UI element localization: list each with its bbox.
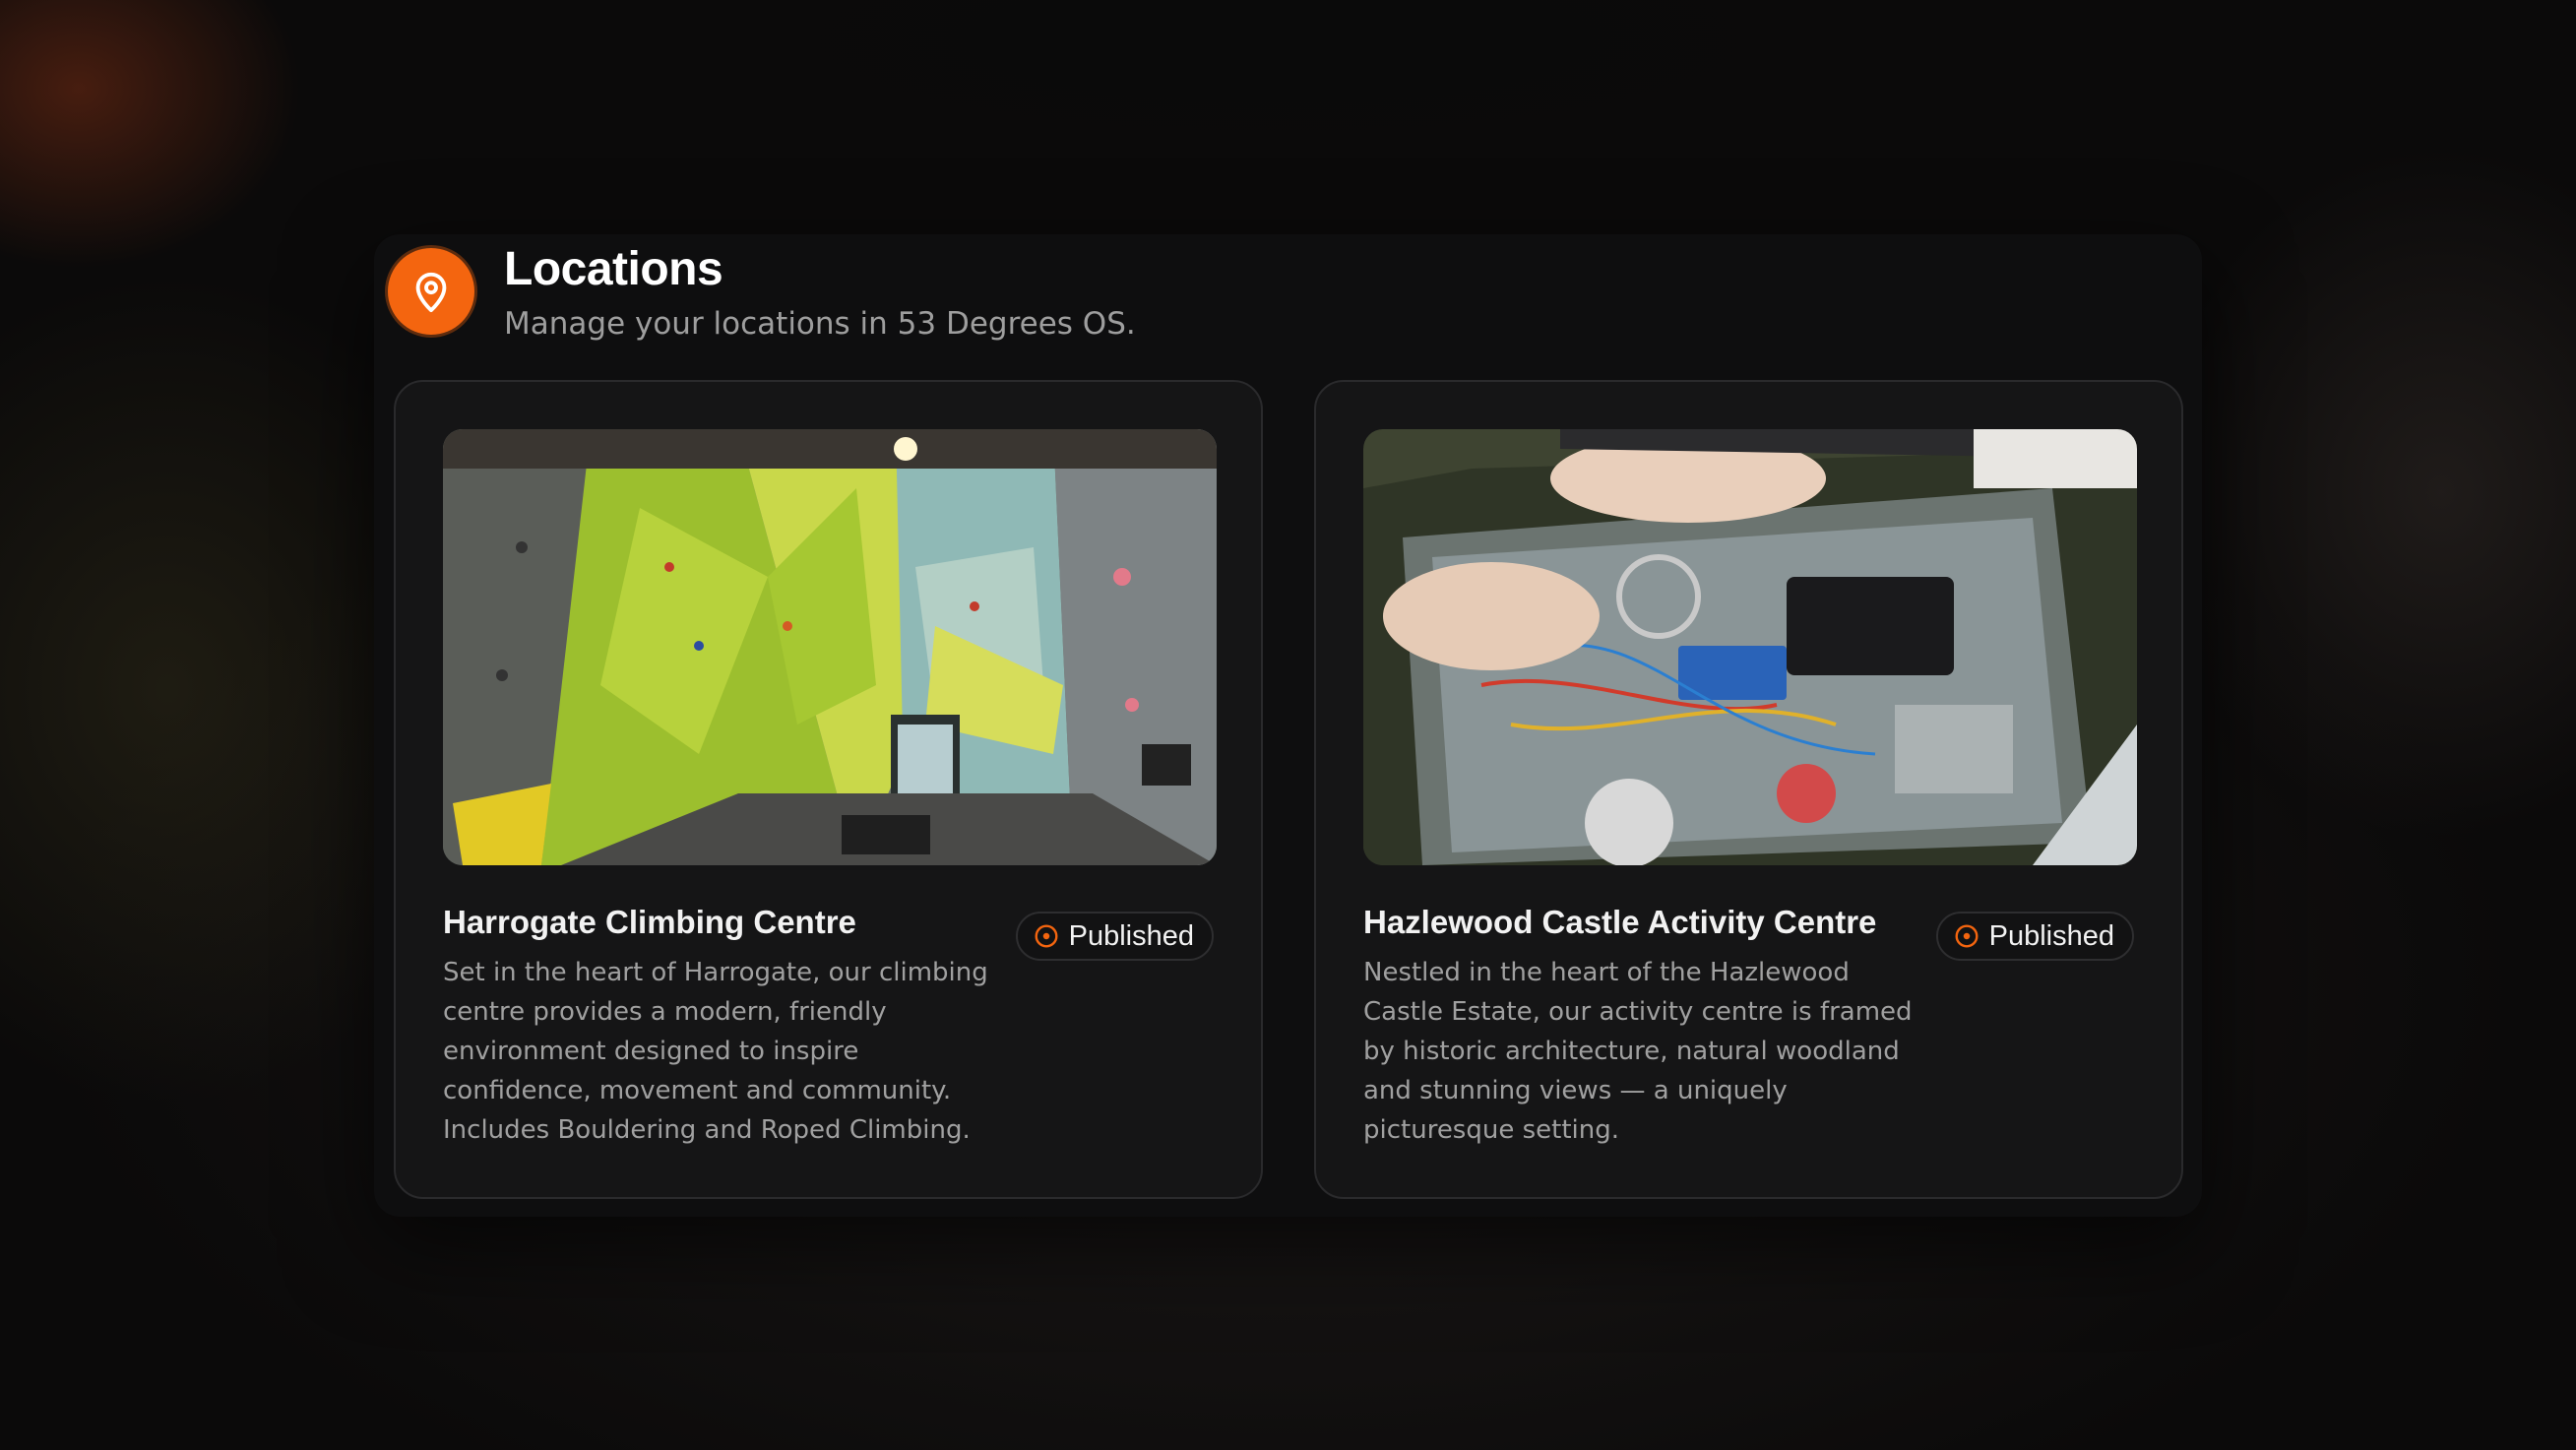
page-title: Locations [504,243,723,295]
escape-room-puzzle-box-photo [1363,429,2137,865]
location-card-hazlewood[interactable]: Hazlewood Castle Activity Centre Publish… [1314,380,2183,1199]
status-label: Published [1988,919,2114,952]
location-title[interactable]: Hazlewood Castle Activity Centre [1363,904,1876,941]
status-badge: Published [1935,912,2134,961]
status-badge: Published [1015,912,1214,961]
locations-panel: Locations Manage your locations in 53 De… [374,234,2202,1217]
published-status-icon [1955,924,1979,948]
location-description: Nestled in the heart of the Hazlewood Ca… [1363,958,1913,1145]
climbing-wall-photo [443,429,1217,865]
status-label: Published [1068,919,1194,952]
map-pin-icon [388,248,474,335]
published-status-icon [1035,924,1058,948]
page-subtitle: Manage your locations in 53 Degrees OS. [504,306,1136,342]
location-card-harrogate[interactable]: Harrogate Climbing Centre Published Set … [394,380,1263,1199]
location-description: Set in the heart of Harrogate, our climb… [443,958,988,1145]
location-title[interactable]: Harrogate Climbing Centre [443,904,856,941]
